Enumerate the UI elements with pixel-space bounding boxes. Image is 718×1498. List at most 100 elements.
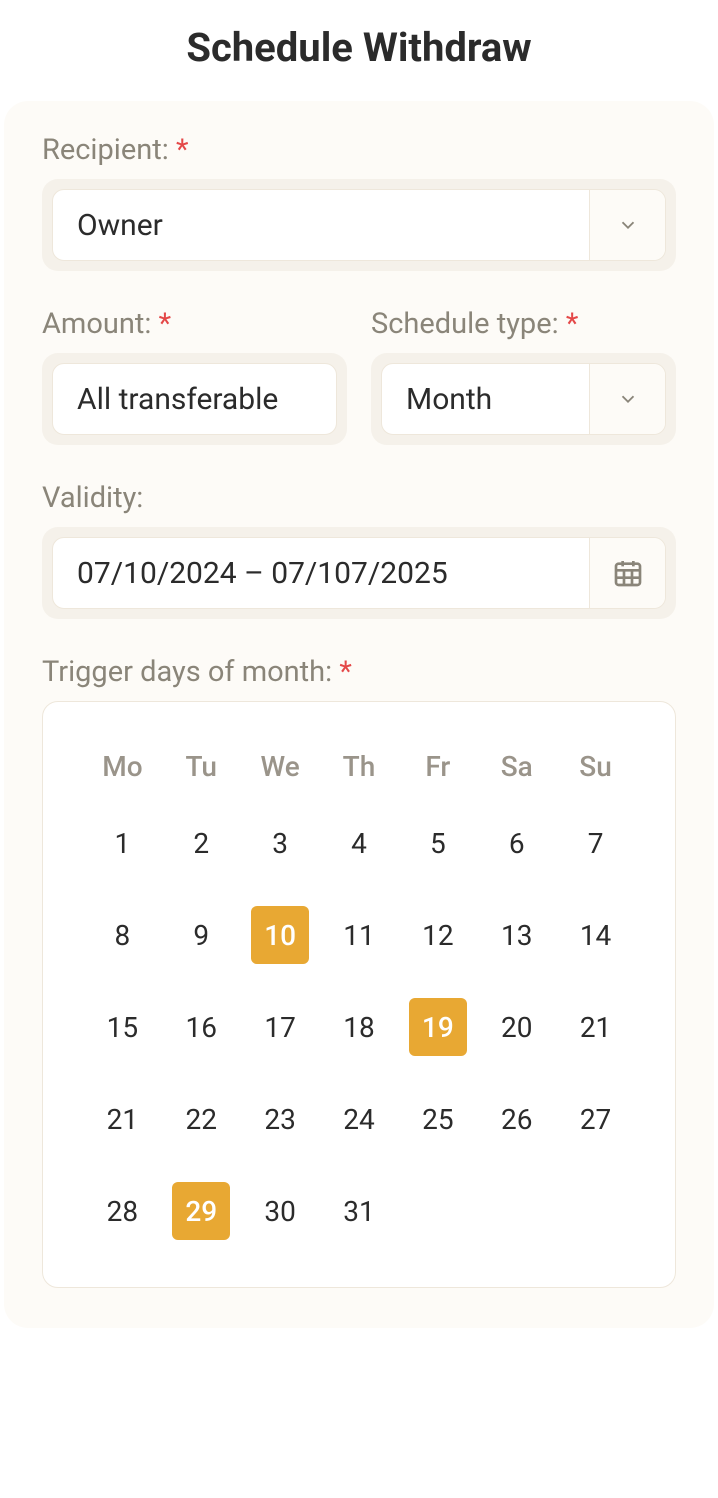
calendar-dow: Mo	[83, 750, 162, 783]
calendar-icon	[612, 557, 644, 589]
schedule-type-value: Month	[382, 364, 589, 434]
calendar-day[interactable]: 10	[251, 906, 309, 964]
calendar-day[interactable]: 14	[567, 906, 625, 964]
amount-label: Amount: *	[42, 307, 347, 341]
calendar-day-cell: 19	[398, 991, 477, 1063]
calendar-day[interactable]: 23	[251, 1090, 309, 1148]
calendar-day[interactable]: 20	[488, 998, 546, 1056]
validity-label: Validity:	[42, 481, 676, 515]
schedule-type-field: Schedule type: * Month	[371, 307, 676, 445]
calendar-day[interactable]: 29	[172, 1182, 230, 1240]
calendar-day[interactable]: 31	[330, 1182, 388, 1240]
calendar-dow: We	[241, 750, 320, 783]
recipient-field: Recipient: * Owner	[42, 133, 676, 271]
calendar-day[interactable]: 17	[251, 998, 309, 1056]
calendar-day[interactable]: 21	[567, 998, 625, 1056]
calendar-dow: Th	[320, 750, 399, 783]
calendar-day-cell: 16	[162, 991, 241, 1063]
calendar-day-cell: 3	[241, 807, 320, 879]
recipient-select[interactable]: Owner	[52, 189, 666, 261]
calendar-day-cell: 21	[83, 1083, 162, 1155]
recipient-input-wrapper: Owner	[42, 179, 676, 271]
calendar-day-cell: 15	[83, 991, 162, 1063]
schedule-type-label-text: Schedule type:	[371, 307, 559, 341]
chevron-down-icon	[617, 388, 639, 410]
calendar-dow: Sa	[477, 750, 556, 783]
calendar-day[interactable]: 9	[172, 906, 230, 964]
schedule-type-label: Schedule type: *	[371, 307, 676, 341]
calendar-day[interactable]: 26	[488, 1090, 546, 1148]
calendar-day-cell: 5	[398, 807, 477, 879]
validity-input-wrapper: 07/10/2024 – 07/107/2025	[42, 527, 676, 619]
form-container: Recipient: * Owner Amount: * All transfe…	[4, 101, 714, 1328]
calendar-day-cell: 12	[398, 899, 477, 971]
calendar-day-cell: 1	[83, 807, 162, 879]
calendar-day[interactable]: 19	[409, 998, 467, 1056]
calendar-day-cell: 13	[477, 899, 556, 971]
schedule-type-dropdown-toggle[interactable]	[589, 364, 665, 434]
calendar-day[interactable]: 15	[93, 998, 151, 1056]
validity-input[interactable]: 07/10/2024 – 07/107/2025	[52, 537, 666, 609]
calendar-day[interactable]: 30	[251, 1182, 309, 1240]
calendar-day[interactable]: 6	[488, 814, 546, 872]
page-title: Schedule Withdraw	[0, 0, 718, 101]
calendar-dow: Su	[556, 750, 635, 783]
calendar-grid: 1234567891011121314151617181920212122232…	[83, 807, 635, 1247]
amount-value: All transferable	[53, 364, 336, 434]
calendar-dow-header: MoTuWeThFrSaSu	[83, 750, 635, 783]
calendar-day[interactable]: 3	[251, 814, 309, 872]
required-mark: *	[159, 307, 172, 341]
validity-label-text: Validity:	[42, 481, 143, 515]
calendar-day-cell: 21	[556, 991, 635, 1063]
calendar-day[interactable]: 13	[488, 906, 546, 964]
calendar-day[interactable]: 24	[330, 1090, 388, 1148]
calendar-day[interactable]: 16	[172, 998, 230, 1056]
trigger-days-field: Trigger days of month: * MoTuWeThFrSaSu …	[42, 655, 676, 1288]
calendar-day-cell: 11	[320, 899, 399, 971]
calendar-day[interactable]: 22	[172, 1090, 230, 1148]
calendar-day-cell: 2	[162, 807, 241, 879]
calendar-day-cell: 14	[556, 899, 635, 971]
calendar-day[interactable]: 5	[409, 814, 467, 872]
recipient-dropdown-toggle[interactable]	[589, 190, 665, 260]
chevron-down-icon	[617, 214, 639, 236]
amount-label-text: Amount:	[42, 307, 151, 341]
schedule-type-input-wrapper: Month	[371, 353, 676, 445]
calendar-day[interactable]: 27	[567, 1090, 625, 1148]
calendar-day[interactable]: 1	[93, 814, 151, 872]
calendar-day-cell: 24	[320, 1083, 399, 1155]
required-mark: *	[339, 655, 352, 689]
calendar-day[interactable]: 8	[93, 906, 151, 964]
recipient-label: Recipient: *	[42, 133, 676, 167]
calendar-panel: MoTuWeThFrSaSu 1234567891011121314151617…	[42, 701, 676, 1288]
calendar-day[interactable]: 4	[330, 814, 388, 872]
validity-value: 07/10/2024 – 07/107/2025	[53, 538, 589, 608]
amount-input[interactable]: All transferable	[52, 363, 337, 435]
calendar-dow: Tu	[162, 750, 241, 783]
calendar-day-cell: 10	[241, 899, 320, 971]
calendar-day[interactable]: 7	[567, 814, 625, 872]
calendar-day-cell: 25	[398, 1083, 477, 1155]
calendar-day-cell: 17	[241, 991, 320, 1063]
required-mark: *	[176, 133, 189, 167]
calendar-day[interactable]: 28	[93, 1182, 151, 1240]
calendar-day-cell: 7	[556, 807, 635, 879]
validity-calendar-button[interactable]	[589, 538, 665, 608]
calendar-day-cell: 26	[477, 1083, 556, 1155]
calendar-day[interactable]: 12	[409, 906, 467, 964]
validity-field: Validity: 07/10/2024 – 07/107/2025	[42, 481, 676, 619]
calendar-day[interactable]: 21	[93, 1090, 151, 1148]
calendar-day-cell: 18	[320, 991, 399, 1063]
calendar-day[interactable]: 18	[330, 998, 388, 1056]
calendar-day[interactable]: 2	[172, 814, 230, 872]
calendar-day[interactable]: 25	[409, 1090, 467, 1148]
calendar-day-cell: 6	[477, 807, 556, 879]
calendar-day-cell: 23	[241, 1083, 320, 1155]
schedule-type-select[interactable]: Month	[381, 363, 666, 435]
calendar-dow: Fr	[398, 750, 477, 783]
calendar-day-cell: 31	[320, 1175, 399, 1247]
trigger-days-label-text: Trigger days of month:	[42, 655, 332, 689]
calendar-day-cell: 8	[83, 899, 162, 971]
calendar-day-cell: 4	[320, 807, 399, 879]
calendar-day[interactable]: 11	[330, 906, 388, 964]
